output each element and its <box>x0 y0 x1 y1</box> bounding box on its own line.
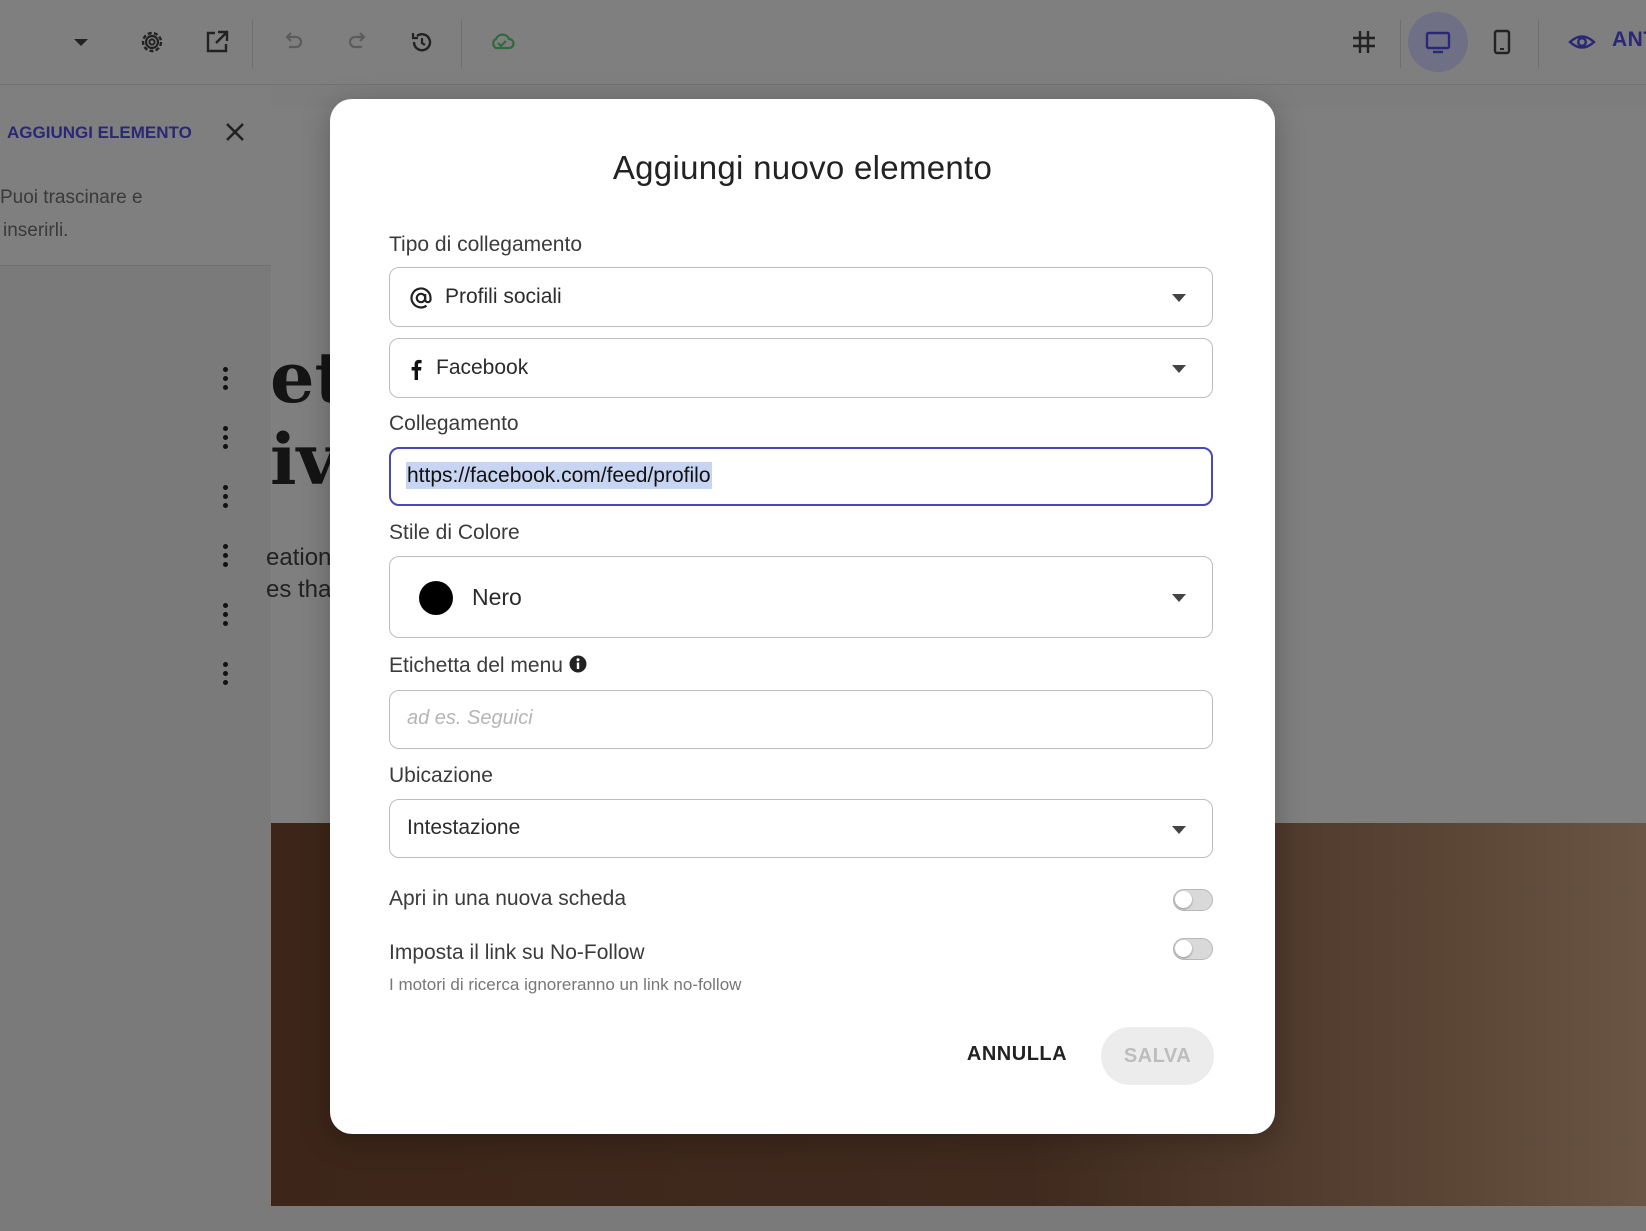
add-element-dialog: Aggiungi nuovo elemento Tipo di collegam… <box>330 99 1275 1134</box>
close-icon[interactable] <box>222 119 248 145</box>
color-style-value: Nero <box>472 584 522 610</box>
menu-label-label: Etichetta del menu <box>389 654 587 678</box>
hero-text-line1: eation <box>266 544 332 571</box>
more-options-icon[interactable] <box>222 603 230 627</box>
dialog-title: Aggiungi nuovo elemento <box>612 149 993 186</box>
history-icon[interactable] <box>402 22 442 62</box>
link-type-value: Profili sociali <box>445 285 562 308</box>
more-options-icon[interactable] <box>222 485 230 509</box>
chevron-down-icon <box>1172 365 1186 373</box>
link-url-value: https://facebook.com/feed/profilo <box>406 462 712 489</box>
at-icon <box>410 287 432 309</box>
hero-heading-line2: iv <box>270 418 338 501</box>
grid-icon[interactable] <box>1344 22 1384 62</box>
color-style-select[interactable]: Nero <box>389 556 1213 638</box>
no-follow-toggle[interactable] <box>1173 938 1213 960</box>
more-options-icon[interactable] <box>222 367 230 391</box>
menu-label-placeholder: ad es. Seguici <box>407 707 533 729</box>
redo-icon[interactable] <box>338 22 378 62</box>
desktop-icon[interactable] <box>1418 22 1458 62</box>
location-value: Intestazione <box>407 816 521 839</box>
more-options-icon[interactable] <box>222 662 230 686</box>
cancel-button[interactable]: ANNULLA <box>957 1028 1077 1080</box>
open-external-icon[interactable] <box>197 22 237 62</box>
location-label: Ubicazione <box>389 764 493 787</box>
color-style-label: Stile di Colore <box>389 521 520 544</box>
eye-icon[interactable] <box>1562 22 1602 62</box>
panel-header: AGGIUNGI ELEMENTO Puoi trascinare e inse… <box>0 85 271 266</box>
panel-description: Puoi trascinare e inserirli. <box>0 187 143 241</box>
link-type-select[interactable]: Profili sociali <box>389 267 1213 327</box>
more-options-icon[interactable] <box>222 426 230 450</box>
chevron-down-icon <box>1172 294 1186 302</box>
top-toolbar: ANT <box>0 0 1646 85</box>
social-network-value: Facebook <box>436 356 529 379</box>
info-icon[interactable] <box>569 655 587 673</box>
mobile-icon[interactable] <box>1482 22 1522 62</box>
more-options-icon[interactable] <box>222 544 230 568</box>
chevron-down-icon[interactable] <box>61 22 101 62</box>
link-label: Collegamento <box>389 412 519 435</box>
open-new-tab-toggle[interactable] <box>1173 889 1213 911</box>
preview-button-label[interactable]: ANT <box>1612 28 1646 52</box>
hero-text-line2: es tha <box>266 576 332 603</box>
panel-title: AGGIUNGI ELEMENTO <box>7 123 192 142</box>
no-follow-hint: I motori di ricerca ignoreranno un link … <box>389 975 742 994</box>
cloud-sync-icon[interactable] <box>482 22 522 62</box>
link-type-label: Tipo di collegamento <box>389 233 582 256</box>
chevron-down-icon <box>1172 594 1186 602</box>
social-network-select[interactable]: Facebook <box>389 338 1213 398</box>
link-url-input[interactable]: https://facebook.com/feed/profilo <box>389 447 1213 506</box>
add-element-panel: AGGIUNGI ELEMENTO Puoi trascinare e inse… <box>0 85 271 1231</box>
chevron-down-icon <box>1172 825 1186 834</box>
save-button[interactable]: SALVA <box>1101 1027 1214 1085</box>
color-swatch <box>419 581 453 615</box>
undo-icon[interactable] <box>273 22 313 62</box>
location-select[interactable]: Intestazione <box>389 799 1213 858</box>
menu-label-input[interactable]: ad es. Seguici <box>389 690 1213 749</box>
open-new-tab-label: Apri in una nuova scheda <box>389 887 626 910</box>
gear-icon[interactable] <box>132 22 172 62</box>
facebook-icon <box>411 359 422 380</box>
no-follow-label: Imposta il link su No-Follow <box>389 941 645 964</box>
